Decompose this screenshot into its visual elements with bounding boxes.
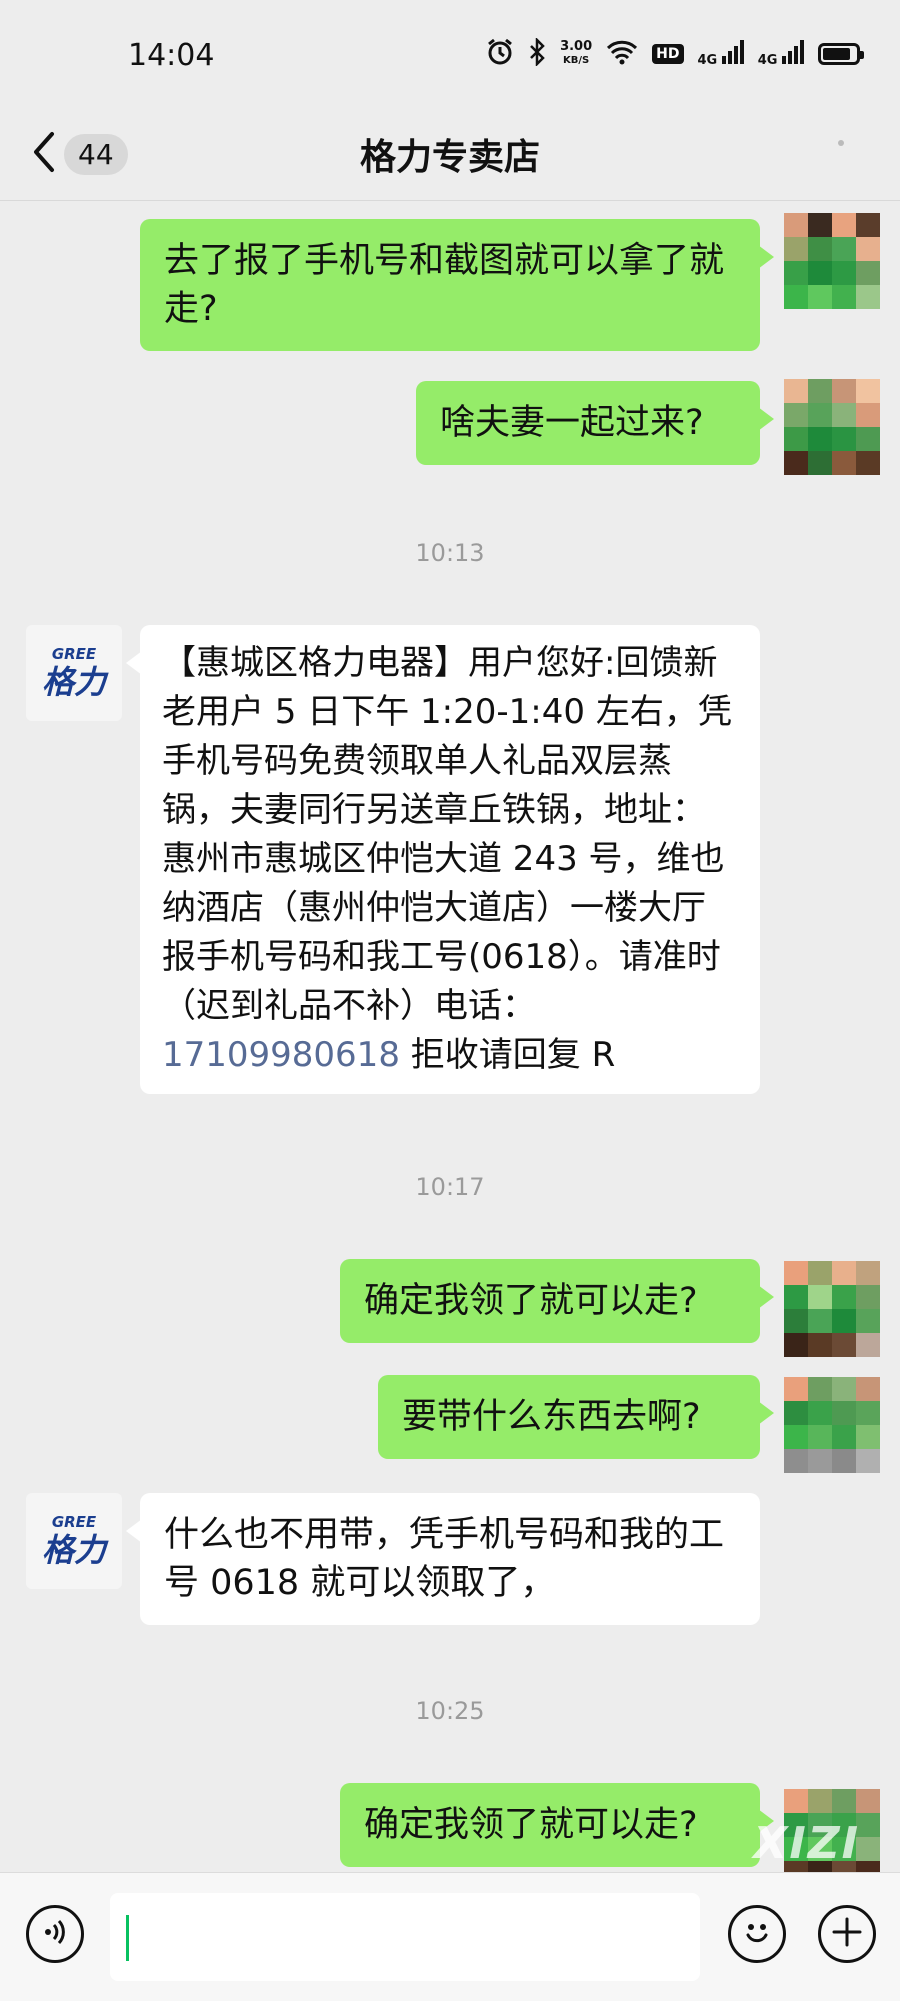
message-timestamp: 10:13	[415, 539, 485, 567]
message-text: 确定我领了就可以走?	[364, 1805, 698, 1845]
signal-bars-icon	[782, 40, 804, 64]
message-text: 要带什么东西去啊?	[402, 1397, 701, 1437]
message-text: 什么也不用带，凭手机号码和我的工号 0618 就可以领取了，	[164, 1515, 725, 1603]
message-bubble-sent[interactable]: 确定我领了就可以走?	[340, 1259, 774, 1343]
my-avatar[interactable]	[784, 213, 880, 309]
message-list[interactable]: 去了报了手机号和截图就可以拿了就走? 啥夫妻一起过来? 10:13 GREE 格…	[0, 201, 900, 1872]
emoji-icon	[739, 1914, 775, 1954]
gree-logo-text: GREE	[51, 1513, 97, 1531]
chat-title: 格力专卖店	[359, 137, 540, 178]
message-bubble-sent[interactable]: 要带什么东西去啊?	[378, 1375, 774, 1459]
more-dots-icon[interactable]	[838, 140, 844, 146]
chat-header: 44 格力专卖店	[0, 110, 900, 201]
battery-icon	[818, 43, 864, 65]
message-input[interactable]	[110, 1893, 700, 1981]
status-bar: 14:04 3.00 KB/S HD 4G 4G	[0, 0, 900, 110]
contact-avatar[interactable]: GREE 格力	[26, 625, 122, 721]
message-text: 啥夫妻一起过来?	[440, 403, 704, 443]
gree-logo-mark: 格力	[41, 663, 106, 701]
wifi-icon	[606, 39, 638, 69]
my-avatar[interactable]	[784, 379, 880, 475]
status-time: 14:04	[128, 38, 215, 73]
signal-1-label: 4G	[697, 53, 718, 68]
contact-avatar[interactable]: GREE 格力	[26, 1493, 122, 1589]
message-bubble-received[interactable]: 什么也不用带，凭手机号码和我的工号 0618 就可以领取了，	[126, 1493, 760, 1625]
watermark: XIZI	[753, 1818, 860, 1869]
message-bubble-sent[interactable]: 啥夫妻一起过来?	[416, 381, 774, 465]
message-text-tail: 拒收请回复 R	[399, 1035, 616, 1075]
message-text: 确定我领了就可以走?	[364, 1281, 698, 1321]
signal-bars-icon	[721, 40, 744, 64]
message-text: 【惠城区格力电器】用户您好:回馈新老用户 5 日下午 1:20-1:40 左右，…	[162, 643, 732, 1026]
emoji-button[interactable]	[728, 1905, 786, 1963]
text-caret	[126, 1915, 129, 1961]
input-bar	[0, 1872, 900, 2001]
plus-icon	[831, 1916, 863, 1952]
signal-1: 4G	[698, 40, 744, 68]
message-timestamp: 10:17	[415, 1173, 485, 1201]
status-icons: 3.00 KB/S HD 4G 4G	[486, 36, 864, 70]
message-bubble-received[interactable]: 【惠城区格力电器】用户您好:回馈新老用户 5 日下午 1:20-1:40 左右，…	[126, 625, 760, 1094]
bluetooth-icon	[528, 36, 546, 70]
signal-2-label: 4G	[757, 53, 778, 68]
net-speed-value: 3.00	[560, 39, 593, 54]
hd-badge: HD	[652, 44, 684, 64]
net-speed-unit: KB/S	[563, 55, 590, 66]
my-avatar[interactable]	[784, 1377, 880, 1473]
gree-logo-mark: 格力	[41, 1531, 106, 1569]
message-bubble-sent[interactable]: 确定我领了就可以走?	[340, 1783, 774, 1867]
signal-2: 4G	[758, 40, 804, 68]
more-functions-button[interactable]	[818, 1905, 876, 1963]
net-speed: 3.00 KB/S	[560, 40, 592, 68]
message-text: 去了报了手机号和截图就可以拿了就走?	[164, 241, 725, 329]
voice-icon	[40, 1917, 70, 1951]
message-bubble-sent[interactable]: 去了报了手机号和截图就可以拿了就走?	[140, 219, 774, 351]
phone-number-link[interactable]: 17109980618	[162, 1035, 400, 1075]
my-avatar[interactable]	[784, 1261, 880, 1357]
gree-logo-text: GREE	[51, 645, 97, 663]
message-timestamp: 10:25	[415, 1697, 485, 1725]
alarm-icon	[486, 38, 514, 70]
voice-button[interactable]	[26, 1905, 84, 1963]
